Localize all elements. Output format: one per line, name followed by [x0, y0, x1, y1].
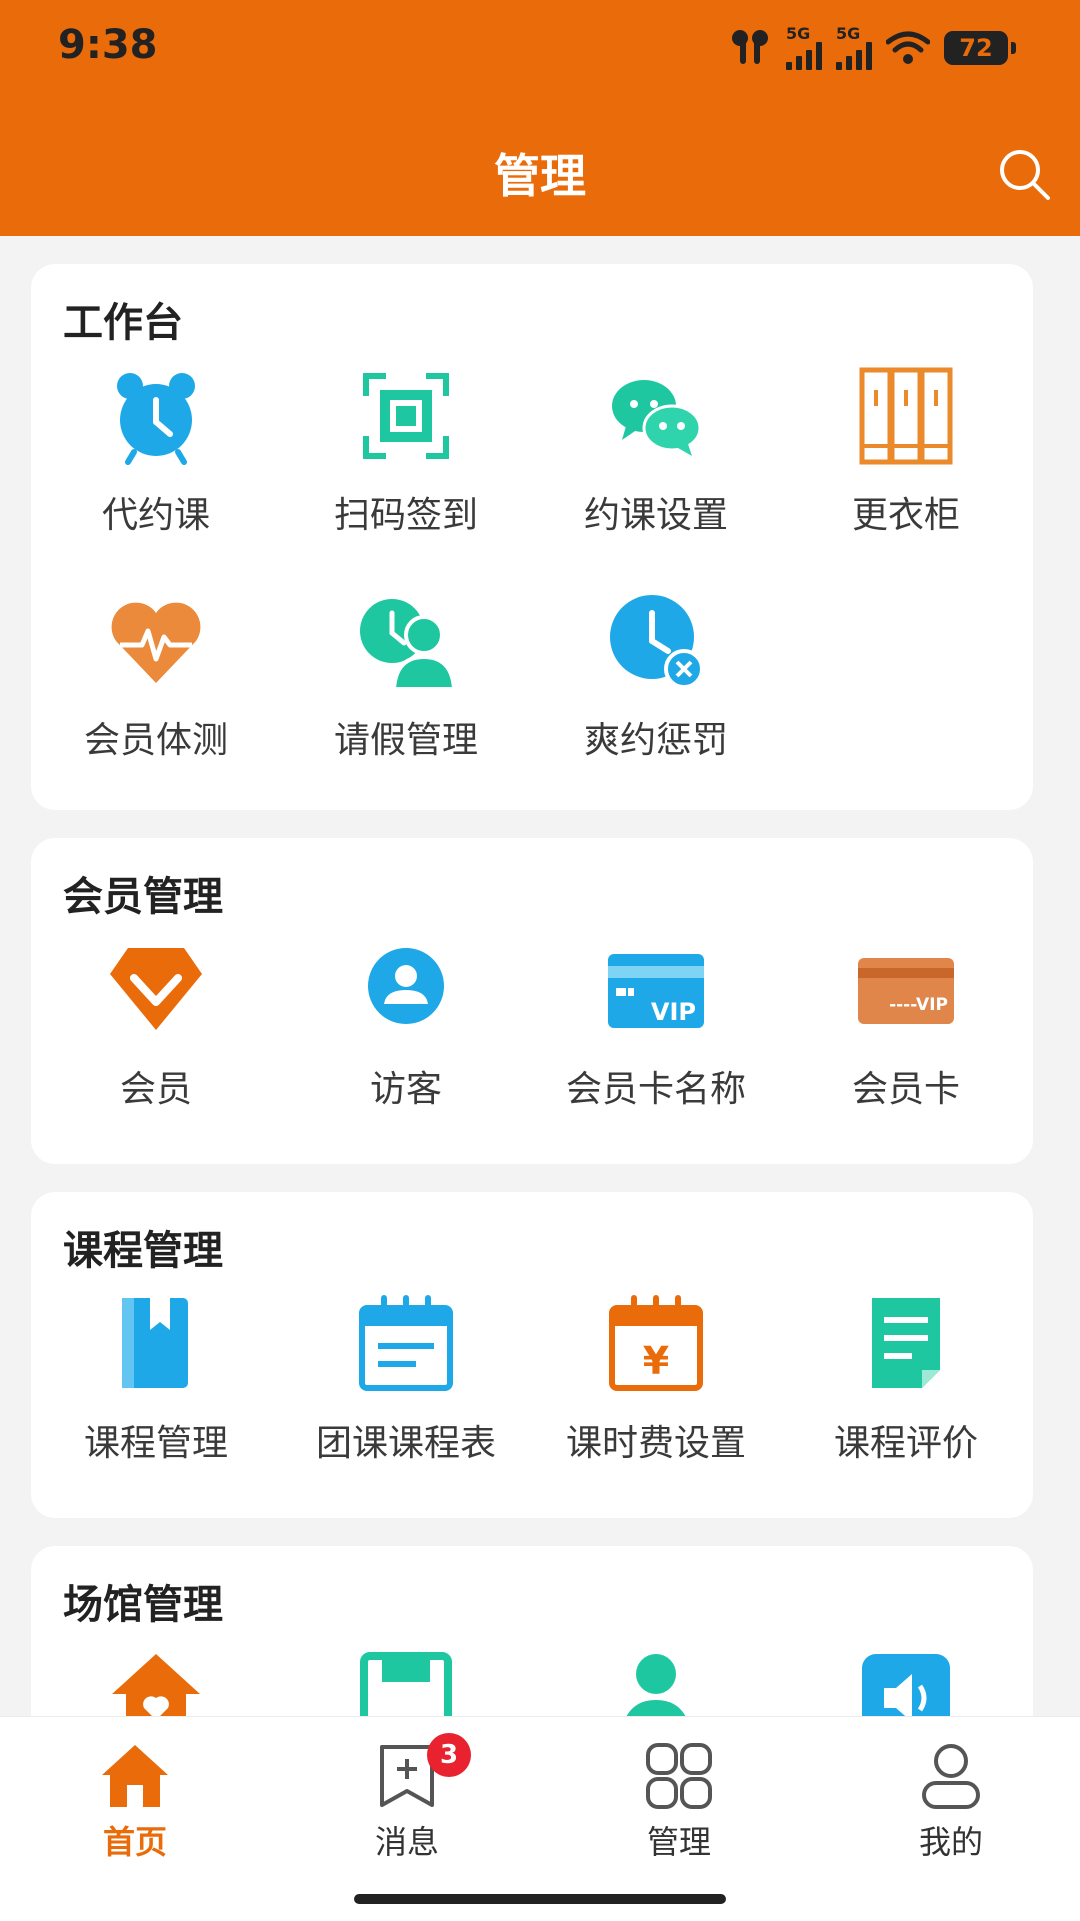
- wifi-icon: [886, 31, 930, 64]
- vip-card-orange-icon: ----VIP: [858, 958, 954, 1024]
- venue-house-icon: [112, 1654, 200, 1716]
- grid-item-course-reviews[interactable]: 课程评价: [781, 1288, 1031, 1513]
- grid-item-book-for-member[interactable]: 代约课: [31, 360, 281, 585]
- grid-item-venue[interactable]: [31, 1642, 281, 1716]
- diamond-icon: [110, 948, 202, 1030]
- tab-profile[interactable]: 我的: [861, 1739, 1041, 1863]
- grid-item-booking-settings[interactable]: 约课设置: [531, 360, 781, 585]
- grid-item-label: 访客: [369, 1069, 442, 1110]
- yen-glyph: ¥: [643, 1339, 669, 1383]
- grid-item-label: 会员: [119, 1069, 192, 1110]
- save-icon: [360, 1652, 452, 1716]
- grid-item-label: 爽约惩罚: [583, 720, 728, 761]
- earbuds-icon: [732, 30, 768, 64]
- status-icons: 5G 5G 72: [728, 26, 1016, 70]
- tab-home[interactable]: 首页: [45, 1739, 225, 1863]
- grid-item-label: 会员体测: [83, 720, 228, 761]
- signal-2-icon: 5G: [836, 26, 872, 70]
- card-text: ----VIP: [889, 995, 948, 1015]
- search-icon[interactable]: [994, 144, 1054, 204]
- grid-item-no-show-penalty[interactable]: 爽约惩罚: [531, 585, 781, 810]
- grid-item-label: 更衣柜: [851, 495, 960, 536]
- alarm-clock-icon: [117, 373, 195, 465]
- speaker-icon: [862, 1654, 950, 1716]
- battery-icon: 72: [944, 31, 1016, 65]
- grid-item-label: 会员卡名称: [565, 1069, 746, 1110]
- grid-item-members[interactable]: 会员: [31, 934, 281, 1159]
- scan-qr-icon: [363, 373, 449, 459]
- grid-item-label: 约课设置: [583, 495, 728, 536]
- grid-item-broadcast[interactable]: [781, 1642, 1031, 1716]
- home-indicator: [354, 1894, 726, 1904]
- tab-label: 消息: [374, 1823, 439, 1861]
- grid-item-label: 课程管理: [83, 1423, 228, 1464]
- calendar-list-icon: [359, 1295, 453, 1391]
- grid-item-scan-checkin[interactable]: 扫码签到: [281, 360, 531, 585]
- member-management-card: 会员管理 会员 访客 VIP 会员卡名称 ----VIP 会员卡: [31, 838, 1033, 1164]
- document-icon: [872, 1298, 940, 1388]
- tab-label: 首页: [102, 1823, 167, 1861]
- clock-cancel-icon: [610, 595, 704, 689]
- grid-item-group-schedule[interactable]: 团课课程表: [281, 1288, 531, 1513]
- section-title: 场馆管理: [63, 1582, 223, 1628]
- home-icon: [102, 1745, 168, 1807]
- card-text: VIP: [651, 998, 696, 1026]
- heart-pulse-icon: [111, 602, 201, 683]
- course-management-card: 课程管理 课程管理 团课课程表 ¥ 课时费设置 课程评价: [31, 1192, 1033, 1518]
- section-title: 工作台: [63, 300, 183, 346]
- grid-item-visitors[interactable]: 访客: [281, 934, 531, 1159]
- grid-item-card-names[interactable]: VIP 会员卡名称: [531, 934, 781, 1159]
- grid-item-locker[interactable]: 更衣柜: [781, 360, 1031, 585]
- status-time: 9:38: [58, 22, 158, 68]
- grid-item-staff[interactable]: [531, 1642, 781, 1716]
- tab-label: 管理: [646, 1823, 711, 1861]
- section-title: 会员管理: [63, 874, 223, 920]
- tab-label: 我的: [918, 1823, 983, 1861]
- grid-item-label: 代约课: [101, 495, 210, 536]
- vip-card-blue-icon: VIP: [608, 954, 704, 1028]
- grid-item-label: 团课课程表: [315, 1423, 496, 1464]
- profile-icon: [922, 1744, 980, 1809]
- grid-item-membership-cards[interactable]: ----VIP 会员卡: [781, 934, 1031, 1159]
- signal-1-icon: 5G: [786, 26, 822, 70]
- venue-management-card: 场馆管理: [31, 1546, 1033, 1716]
- grid-item-label: 扫码签到: [333, 495, 478, 536]
- tab-manage[interactable]: 管理: [589, 1739, 769, 1863]
- staff-icon: [626, 1654, 686, 1716]
- tab-messages[interactable]: 3 消息: [317, 1733, 497, 1863]
- main-content: 工作台 代约课 扫码签到 约课设置 更衣柜 会员体测 请假管理 爽约惩罚 会员管…: [0, 236, 1080, 1716]
- grid-item-label: 请假管理: [333, 720, 478, 761]
- section-title: 课程管理: [63, 1228, 223, 1274]
- visitor-icon: [368, 948, 444, 1024]
- grid-item-class-fee-settings[interactable]: ¥ 课时费设置: [531, 1288, 781, 1513]
- grid-item-label: 课程评价: [833, 1423, 978, 1464]
- workbench-card: 工作台 代约课 扫码签到 约课设置 更衣柜 会员体测 请假管理 爽约惩罚: [31, 264, 1033, 810]
- locker-icon: [859, 367, 953, 465]
- grid-item-label: 课时费设置: [565, 1423, 746, 1464]
- grid-item-course-management[interactable]: 课程管理: [31, 1288, 281, 1513]
- grid-item-body-test[interactable]: 会员体测: [31, 585, 281, 810]
- bookmark-book-icon: [122, 1298, 188, 1388]
- grid-item-leave-management[interactable]: 请假管理: [281, 585, 531, 810]
- app-header: 9:38 5G 5G 72 管理: [0, 0, 1080, 236]
- grid-icon: [646, 1743, 712, 1809]
- leave-person-icon: [360, 599, 456, 691]
- unread-badge: 3: [427, 1733, 471, 1777]
- page-title: 管理: [494, 149, 586, 203]
- wechat-icon: [612, 380, 702, 456]
- calendar-yen-icon: ¥: [609, 1295, 703, 1391]
- grid-item-save[interactable]: [281, 1642, 531, 1716]
- bottom-tab-bar: 首页 3 消息 管理 我的: [0, 1716, 1080, 1921]
- grid-item-label: 会员卡: [851, 1069, 960, 1110]
